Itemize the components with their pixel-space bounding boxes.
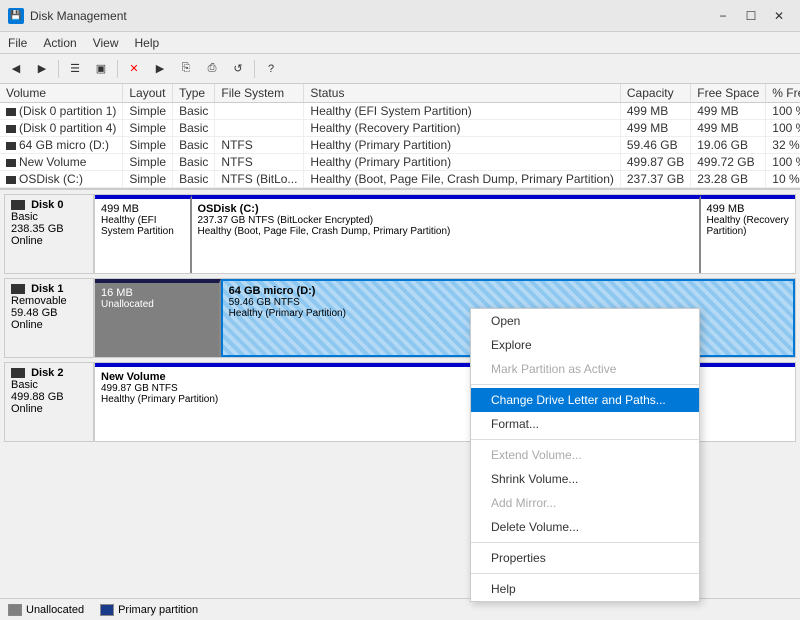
properties-button[interactable]: ☰ (63, 58, 87, 80)
disk-1-size: 59.48 GB (11, 307, 87, 319)
disk-2-id: Disk 2 (31, 367, 63, 379)
menu-bar: File Action View Help (0, 32, 800, 54)
title-bar-left: 💾 Disk Management (8, 8, 127, 24)
window-title: Disk Management (30, 9, 127, 23)
table-row[interactable]: 64 GB micro (D:) Simple Basic NTFS Healt… (0, 137, 800, 154)
legend-unallocated: Unallocated (8, 604, 84, 616)
map-button[interactable]: ▶ (148, 58, 172, 80)
context-menu-item[interactable]: Delete Volume... (471, 515, 699, 539)
legend-unallocated-label: Unallocated (26, 604, 84, 616)
menu-help[interactable]: Help (127, 34, 168, 52)
table-row[interactable]: (Disk 0 partition 1) Simple Basic Health… (0, 103, 800, 120)
disk-1-type: Removable (11, 295, 87, 307)
context-menu-item[interactable]: Help (471, 577, 699, 601)
col-status: Status (304, 84, 620, 103)
context-menu-item[interactable]: Explore (471, 333, 699, 357)
separator-1 (58, 60, 59, 78)
refresh-button[interactable]: ▣ (89, 58, 113, 80)
context-separator (471, 573, 699, 574)
col-fs: File System (215, 84, 304, 103)
disk-0-id: Disk 0 (31, 199, 63, 211)
table-row[interactable]: OSDisk (C:) Simple Basic NTFS (BitLo... … (0, 171, 800, 188)
menu-view[interactable]: View (85, 34, 127, 52)
toolbar: ◀ ▶ ☰ ▣ ✕ ▶ ⎘ ⎙ ↺ ? (0, 54, 800, 84)
disk-1-part-0[interactable]: 16 MB Unallocated (95, 279, 221, 357)
separator-2 (117, 60, 118, 78)
disk-1-icon-row: Disk 1 (11, 283, 87, 295)
legend-primary: Primary partition (100, 604, 198, 616)
context-menu-item[interactable]: Open (471, 309, 699, 333)
disk-0-part-2[interactable]: 499 MB Healthy (Recovery Partition) (701, 195, 796, 273)
disk-0-type: Basic (11, 211, 87, 223)
disk-0-part-1[interactable]: OSDisk (C:) 237.37 GB NTFS (BitLocker En… (192, 195, 701, 273)
delete-button[interactable]: ✕ (122, 58, 146, 80)
paste-button[interactable]: ⎙ (200, 58, 224, 80)
minimize-button[interactable]: − (710, 6, 736, 26)
legend-primary-box (100, 604, 114, 616)
disk-2-type: Basic (11, 379, 87, 391)
disk-0-status: Online (11, 235, 87, 247)
context-separator (471, 542, 699, 543)
disk-2-size: 499.88 GB (11, 391, 87, 403)
disk-0-part-0[interactable]: 499 MB Healthy (EFI System Partition (95, 195, 192, 273)
context-menu-item: Mark Partition as Active (471, 357, 699, 381)
disk-1-label: Disk 1 Removable 59.48 GB Online (4, 278, 94, 358)
context-menu: OpenExploreMark Partition as Active Chang… (470, 308, 700, 602)
copy-button[interactable]: ⎘ (174, 58, 198, 80)
disk-2-label: Disk 2 Basic 499.88 GB Online (4, 362, 94, 442)
disk-1-status: Online (11, 319, 87, 331)
legend-unallocated-box (8, 604, 22, 616)
volume-table: Volume Layout Type File System Status Ca… (0, 84, 800, 190)
back-button[interactable]: ◀ (4, 58, 28, 80)
context-menu-item: Add Mirror... (471, 491, 699, 515)
disk-0-partitions: 499 MB Healthy (EFI System Partition OSD… (94, 194, 796, 274)
disk-0-label: Disk 0 Basic 238.35 GB Online (4, 194, 94, 274)
title-controls[interactable]: − ☐ ✕ (710, 6, 792, 26)
context-menu-item[interactable]: Shrink Volume... (471, 467, 699, 491)
disk-2-icon-row: Disk 2 (11, 367, 87, 379)
forward-button[interactable]: ▶ (30, 58, 54, 80)
context-menu-item[interactable]: Change Drive Letter and Paths... (471, 388, 699, 412)
context-menu-item[interactable]: Properties (471, 546, 699, 570)
disk-2-status: Online (11, 403, 87, 415)
col-capacity: Capacity (620, 84, 690, 103)
separator-3 (254, 60, 255, 78)
table-row[interactable]: (Disk 0 partition 4) Simple Basic Health… (0, 120, 800, 137)
app-icon: 💾 (8, 8, 24, 24)
col-type: Type (173, 84, 215, 103)
menu-action[interactable]: Action (35, 34, 84, 52)
disk-1-id: Disk 1 (31, 283, 63, 295)
col-layout: Layout (123, 84, 173, 103)
table-row[interactable]: New Volume Simple Basic NTFS Healthy (Pr… (0, 154, 800, 171)
title-bar: 💾 Disk Management − ☐ ✕ (0, 0, 800, 32)
disk-0-icon-row: Disk 0 (11, 199, 87, 211)
context-menu-item[interactable]: Format... (471, 412, 699, 436)
menu-file[interactable]: File (0, 34, 35, 52)
context-separator (471, 384, 699, 385)
maximize-button[interactable]: ☐ (738, 6, 764, 26)
disk-0-size: 238.35 GB (11, 223, 87, 235)
legend-primary-label: Primary partition (118, 604, 198, 616)
col-volume: Volume (0, 84, 123, 103)
help-button[interactable]: ? (259, 58, 283, 80)
undo-button[interactable]: ↺ (226, 58, 250, 80)
col-free: Free Space (691, 84, 766, 103)
col-pct: % Free (766, 84, 800, 103)
context-separator (471, 439, 699, 440)
disk-0-row: Disk 0 Basic 238.35 GB Online 499 MB Hea… (4, 194, 796, 274)
context-menu-item: Extend Volume... (471, 443, 699, 467)
close-button[interactable]: ✕ (766, 6, 792, 26)
